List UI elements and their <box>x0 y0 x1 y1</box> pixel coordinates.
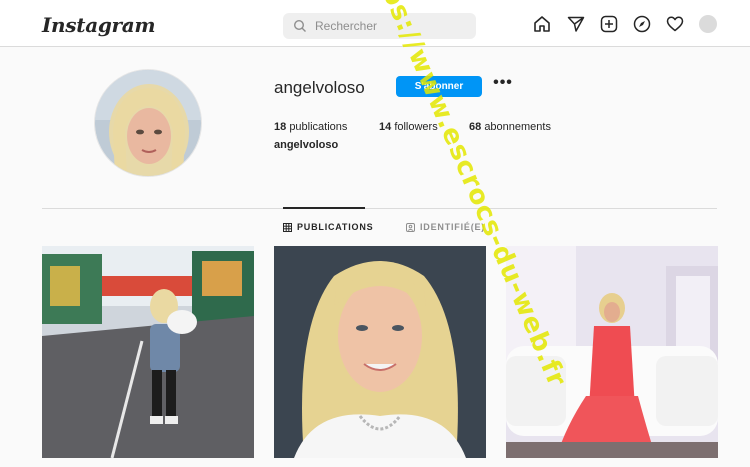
tab-publications-label: PUBLICATIONS <box>297 222 374 232</box>
tagged-person-icon <box>406 223 415 232</box>
followers-count[interactable]: 14 followers <box>379 121 438 133</box>
post-thumbnail[interactable] <box>506 246 718 458</box>
following-count-label: abonnements <box>484 121 551 133</box>
tabs-divider <box>42 208 717 209</box>
tab-tagged[interactable]: IDENTIFIÉ(E) <box>406 222 485 232</box>
following-count[interactable]: 68 abonnements <box>469 121 551 133</box>
followers-count-value: 14 <box>379 121 392 133</box>
top-navigation-bar: Instagram ⌄ Rechercher <box>0 0 750 47</box>
profile-full-name: angelvoloso <box>274 139 339 151</box>
profile-picture[interactable] <box>94 69 202 177</box>
followers-count-label: followers <box>394 121 438 133</box>
home-icon[interactable] <box>533 15 551 33</box>
more-options-button[interactable]: ••• <box>492 75 514 96</box>
search-icon <box>293 19 306 32</box>
search-placeholder: Rechercher <box>315 19 378 33</box>
posts-count-value: 18 <box>274 121 287 133</box>
profile-avatar-icon[interactable] <box>699 15 717 33</box>
instagram-logo[interactable]: Instagram <box>42 13 156 37</box>
posts-count: 18 publications <box>274 121 347 133</box>
tab-publications[interactable]: PUBLICATIONS <box>283 222 373 232</box>
posts-count-label: publications <box>289 121 348 133</box>
post-thumbnail[interactable] <box>42 246 254 458</box>
grid-icon <box>283 223 292 232</box>
following-count-value: 68 <box>469 121 482 133</box>
new-post-icon[interactable] <box>600 15 618 33</box>
post-thumbnail[interactable] <box>274 246 486 458</box>
chevron-down-icon[interactable]: ⌄ <box>122 16 131 29</box>
profile-username: angelvoloso <box>274 78 365 97</box>
direct-message-icon[interactable] <box>567 15 585 33</box>
explore-icon[interactable] <box>633 15 651 33</box>
active-tab-indicator <box>283 207 365 209</box>
activity-heart-icon[interactable] <box>666 15 684 33</box>
search-input[interactable]: Rechercher <box>283 13 476 39</box>
tab-tagged-label: IDENTIFIÉ(E) <box>420 222 486 232</box>
follow-button[interactable]: S'abonner <box>396 76 482 97</box>
